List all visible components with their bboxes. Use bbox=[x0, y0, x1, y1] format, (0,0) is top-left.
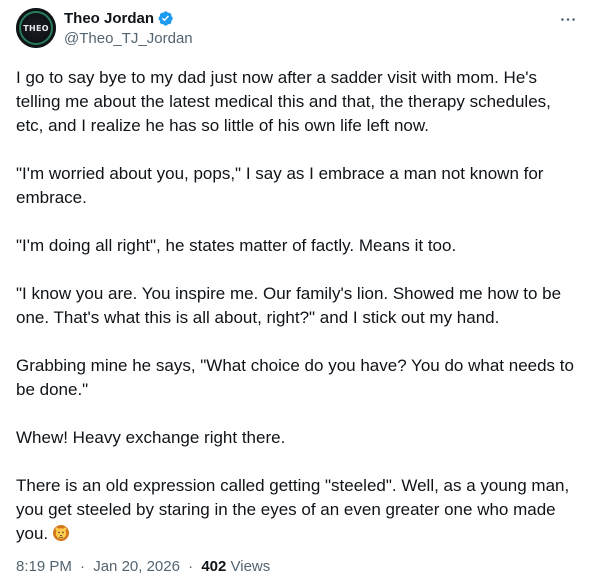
verified-badge-icon[interactable] bbox=[157, 10, 174, 27]
tweet-paragraph-last: There is an old expression called gettin… bbox=[16, 474, 576, 546]
views-label: Views bbox=[230, 558, 271, 575]
tweet-paragraph: There is an old expression called gettin… bbox=[16, 476, 570, 543]
lion-face-icon bbox=[52, 524, 70, 542]
display-name[interactable]: Theo Jordan bbox=[64, 10, 154, 27]
tweet-card: THEO Theo Jordan @Theo_TJ_Jordan I go to… bbox=[0, 0, 589, 586]
tweet-meta: 8:19 PM · Jan 20, 2026 · 402 Views bbox=[16, 558, 270, 575]
name-row: Theo Jordan bbox=[64, 8, 193, 28]
author-info: Theo Jordan @Theo_TJ_Jordan bbox=[64, 8, 193, 48]
meta-separator: · bbox=[80, 558, 86, 575]
tweet-paragraph: I go to say bye to my dad just now after… bbox=[16, 68, 551, 135]
more-horizontal-icon bbox=[561, 17, 575, 21]
tweet-paragraph: "I'm worried about you, pops," I say as … bbox=[16, 164, 544, 207]
more-options-button[interactable] bbox=[557, 9, 579, 29]
tweet-paragraph: "I'm doing all right", he states matter … bbox=[16, 236, 457, 255]
views-count: 402 bbox=[201, 558, 227, 575]
tweet-time[interactable]: 8:19 PM bbox=[16, 558, 72, 575]
tweet-paragraph: "I know you are. You inspire me. Our fam… bbox=[16, 284, 562, 327]
avatar-logo-text: THEO bbox=[23, 23, 49, 33]
tweet-text: I go to say bye to my dad just now after… bbox=[16, 66, 576, 546]
author-handle[interactable]: @Theo_TJ_Jordan bbox=[64, 30, 193, 47]
tweet-paragraph: Whew! Heavy exchange right there. bbox=[16, 428, 286, 447]
avatar[interactable]: THEO bbox=[16, 8, 56, 48]
meta-separator: · bbox=[188, 558, 194, 575]
tweet-paragraph: Grabbing mine he says, "What choice do y… bbox=[16, 356, 574, 399]
tweet-date[interactable]: Jan 20, 2026 bbox=[93, 558, 180, 575]
